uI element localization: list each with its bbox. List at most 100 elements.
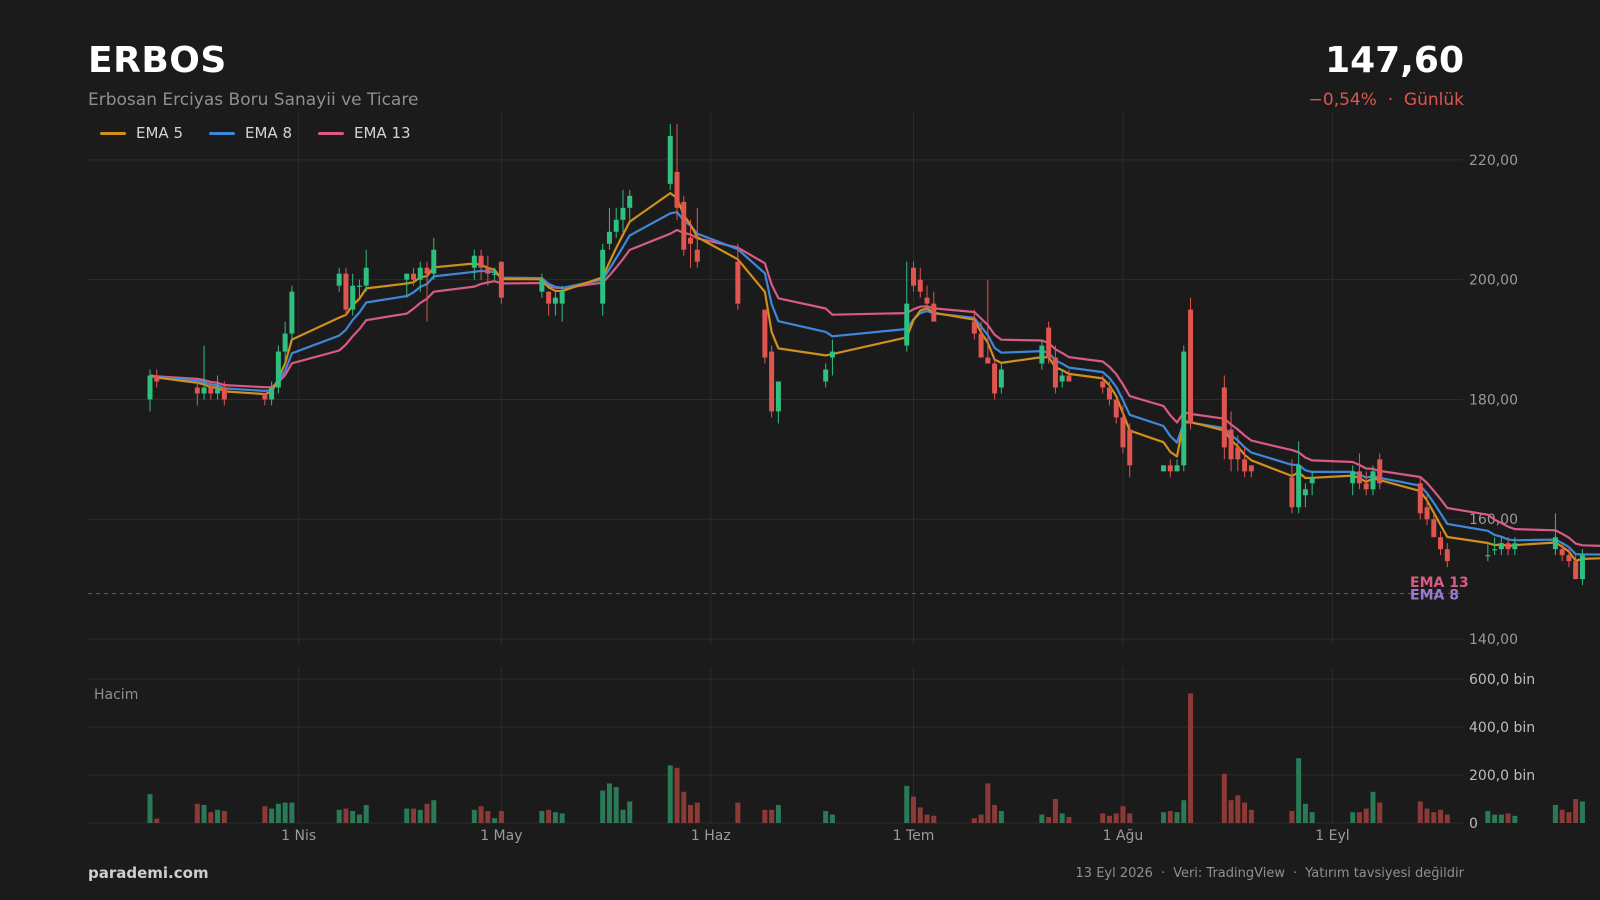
volume-bar bbox=[282, 802, 288, 823]
candle-body bbox=[1120, 417, 1126, 448]
candle bbox=[627, 189, 633, 220]
volume-bar bbox=[681, 791, 687, 823]
candle-body bbox=[1235, 447, 1241, 460]
candle-body bbox=[208, 387, 214, 394]
candle bbox=[1566, 549, 1572, 568]
volume-bar bbox=[1066, 817, 1072, 823]
candle-body bbox=[917, 279, 923, 292]
candle-body bbox=[1512, 543, 1518, 550]
candle-body bbox=[1221, 387, 1227, 448]
candle-body bbox=[546, 291, 552, 304]
candle-body bbox=[823, 369, 829, 382]
volume-bar bbox=[1498, 814, 1504, 823]
candle-body bbox=[904, 303, 910, 346]
candle-body bbox=[215, 387, 221, 394]
candle-body bbox=[404, 273, 410, 280]
volume-bar bbox=[1492, 814, 1498, 823]
volume-bar bbox=[201, 805, 207, 823]
candle bbox=[829, 339, 835, 376]
volume-bar bbox=[829, 814, 835, 823]
candle bbox=[775, 381, 781, 424]
candle bbox=[823, 363, 829, 388]
candle bbox=[1417, 477, 1423, 520]
candle-body bbox=[1106, 387, 1112, 400]
candle-body bbox=[1505, 543, 1511, 550]
volume-pane-label: Hacim bbox=[94, 687, 138, 703]
volume-bar bbox=[911, 796, 917, 823]
candle-body bbox=[1363, 483, 1369, 490]
volume-bar bbox=[471, 809, 477, 823]
volume-bar bbox=[1046, 817, 1052, 823]
price-chart[interactable]: 140,00 160,00 180,00 200,00 220,00 0 200,0 bin… bbox=[0, 0, 1600, 900]
candle bbox=[769, 345, 775, 418]
ema-end-label: EMA 8 bbox=[1410, 588, 1459, 604]
candle-body bbox=[1228, 429, 1234, 460]
candle-body bbox=[1059, 375, 1065, 382]
volume-bar bbox=[1248, 809, 1254, 823]
candle-body bbox=[1444, 549, 1450, 562]
candle bbox=[1356, 453, 1362, 490]
candle bbox=[1113, 399, 1119, 424]
candle-body bbox=[600, 249, 606, 304]
candle-body bbox=[431, 249, 437, 274]
candle-body bbox=[269, 387, 275, 400]
volume-bar bbox=[539, 811, 545, 823]
candle-body bbox=[194, 387, 200, 394]
candle-body bbox=[1181, 351, 1187, 466]
candle-body bbox=[350, 285, 356, 310]
candle bbox=[343, 267, 349, 316]
volume-bar bbox=[674, 767, 680, 823]
candle bbox=[1248, 465, 1254, 478]
candle-body bbox=[978, 333, 984, 358]
volume-bar bbox=[1505, 813, 1511, 823]
candle-body bbox=[769, 351, 775, 412]
candle-body bbox=[681, 201, 687, 250]
volume-bar bbox=[1235, 795, 1241, 823]
candle-body bbox=[154, 375, 160, 382]
volume-bar bbox=[694, 802, 700, 823]
candle-body bbox=[1296, 465, 1302, 508]
candle-body bbox=[1039, 345, 1045, 364]
candle-body bbox=[931, 303, 937, 322]
volume-bar bbox=[147, 794, 153, 823]
candle bbox=[911, 261, 917, 292]
volume-bar bbox=[221, 811, 227, 823]
volume-bar bbox=[1573, 799, 1579, 823]
volume-bar bbox=[431, 800, 437, 823]
volume-bar bbox=[1309, 812, 1315, 823]
volume-bar bbox=[1485, 811, 1491, 823]
volume-bar bbox=[931, 815, 937, 823]
candle bbox=[1188, 297, 1194, 430]
candle-body bbox=[485, 267, 491, 274]
price-tick-label: 200,00 bbox=[1469, 273, 1518, 289]
candle-body bbox=[1309, 477, 1315, 484]
volume-bar bbox=[363, 805, 369, 823]
candle-body bbox=[411, 273, 417, 280]
candle bbox=[215, 375, 221, 400]
candle bbox=[262, 393, 268, 406]
candle bbox=[201, 345, 207, 400]
candle-body bbox=[1350, 471, 1356, 484]
volume-bar bbox=[762, 809, 768, 823]
candle-body bbox=[343, 273, 349, 310]
candle-body bbox=[356, 285, 362, 287]
volume-bar bbox=[1059, 813, 1065, 823]
candle-body bbox=[1161, 465, 1167, 472]
candle-body bbox=[694, 249, 700, 262]
volume-bar bbox=[775, 805, 781, 823]
candle-body bbox=[1248, 465, 1254, 472]
volume-bar bbox=[613, 787, 619, 823]
candle-body bbox=[336, 273, 342, 286]
volume-bar bbox=[1579, 801, 1585, 823]
candle bbox=[1228, 411, 1234, 472]
candle-body bbox=[1188, 309, 1194, 424]
footer-brand[interactable]: parademi.com bbox=[88, 864, 209, 882]
volume-bar bbox=[1167, 811, 1173, 823]
volume-bar bbox=[985, 783, 991, 823]
volume-tick-label: 0 bbox=[1469, 816, 1478, 832]
volume-bar bbox=[552, 812, 558, 823]
candle bbox=[1302, 483, 1308, 508]
volume-bar bbox=[194, 803, 200, 823]
candle bbox=[762, 309, 768, 364]
volume-bar bbox=[559, 813, 565, 823]
